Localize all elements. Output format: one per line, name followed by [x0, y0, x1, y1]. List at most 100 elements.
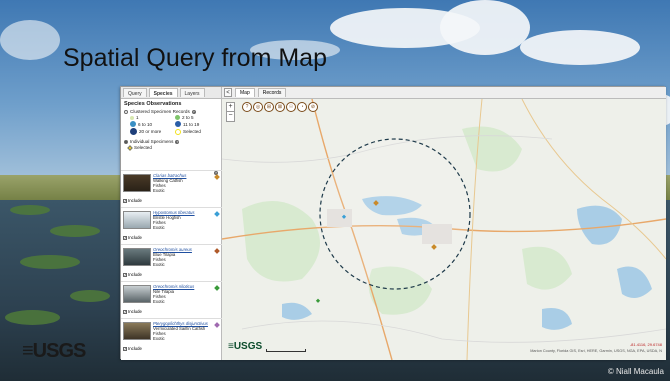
tab-map[interactable]: Map: [235, 88, 255, 97]
species-info: Oreochromis niloticus Nile Tilapia Fishe…: [153, 284, 194, 304]
species-status: Exotic: [153, 225, 165, 230]
species-status: Exotic: [153, 336, 165, 341]
include-checkbox[interactable]: ✓: [123, 346, 127, 351]
legend-dot: [130, 121, 136, 127]
zoom-in-button[interactable]: +: [227, 103, 234, 112]
lily-pad: [50, 225, 100, 237]
legend-dot: [175, 121, 181, 127]
species-status: Exotic: [153, 299, 165, 304]
map-panel: < Map Records + − ? ◎ ⊞ ⊠ ☉ ◔ ⊘ ≡USGS -8…: [222, 87, 666, 360]
legend-item: 20 or more: [130, 128, 173, 135]
legend-dot: [175, 128, 181, 135]
circle-select-tool-icon[interactable]: ☉: [286, 102, 296, 112]
extent-tool-icon[interactable]: ⊞: [264, 102, 274, 112]
box-select-tool-icon[interactable]: ⊠: [275, 102, 285, 112]
individual-option[interactable]: Individual Specimens ?: [124, 139, 218, 144]
list-item: Oreochromis niloticus Nile Tilapia Fishe…: [121, 281, 222, 318]
species-status: Exotic: [153, 262, 165, 267]
include-checkbox[interactable]: ✓: [123, 198, 127, 203]
tab-species[interactable]: Species: [148, 88, 178, 97]
cloud: [520, 30, 640, 65]
map-toolbar: ? ◎ ⊞ ⊠ ☉ ◔ ⊘: [242, 102, 318, 112]
individual-selected-label: Selected: [134, 145, 152, 150]
species-thumbnail[interactable]: [123, 322, 151, 340]
list-item: Hypostomus tiberatus Bristle Hogfish Fis…: [121, 207, 222, 244]
include-label: Include: [128, 272, 142, 277]
clear-tool-icon[interactable]: ⊘: [308, 102, 318, 112]
photo-credit: © Niall Macaula: [607, 367, 664, 376]
lily-pad: [10, 205, 50, 215]
species-marker-icon: [214, 174, 220, 180]
lily-pad: [5, 310, 60, 325]
species-list: Clarias batrachus Walking Catfish Fishes…: [121, 170, 222, 360]
species-info: Oreochromis aureus Blue Tilapia Fishes E…: [153, 247, 192, 267]
species-marker-icon: [214, 211, 220, 217]
legend-label: 6 to 10: [138, 121, 153, 127]
scale-bar: [266, 349, 306, 352]
legend-item: 2 to 5: [175, 115, 218, 120]
include-label: Include: [128, 346, 142, 351]
tab-records[interactable]: Records: [257, 88, 287, 97]
include-checkbox[interactable]: ✓: [123, 235, 127, 240]
include-option[interactable]: ✓ Include: [123, 346, 142, 351]
cloud: [0, 20, 60, 60]
include-label: Include: [128, 198, 142, 203]
help-icon[interactable]: ?: [175, 139, 180, 144]
legend-label: 1: [136, 115, 139, 120]
help-icon[interactable]: ?: [191, 109, 196, 114]
legend-label: 2 to 5: [182, 115, 194, 120]
clustered-option[interactable]: Clustered Specimen Records ?: [124, 109, 218, 114]
legend-dot: [130, 128, 137, 135]
map-attribution: Marion County, Florida GIS, Esri, HERE, …: [530, 349, 662, 353]
slide-title: Spatial Query from Map: [63, 44, 327, 72]
species-thumbnail[interactable]: [123, 174, 151, 192]
individual-radio[interactable]: [124, 139, 128, 144]
collapse-panel-button[interactable]: <: [224, 88, 232, 97]
map-canvas[interactable]: + − ? ◎ ⊞ ⊠ ☉ ◔ ⊘ ≡USGS -81.4116, 29.674…: [222, 99, 666, 360]
legend-dot: [130, 115, 134, 120]
legend-label: Selected: [183, 129, 201, 134]
tab-layers[interactable]: Layers: [179, 88, 205, 97]
panel-tabs: Query Species Layers: [121, 87, 221, 99]
zoom-controls: + −: [226, 102, 235, 122]
species-info: Hypostomus tiberatus Bristle Hogfish Fis…: [153, 210, 195, 230]
usgs-logo: ≡USGS: [228, 341, 263, 352]
species-thumbnail[interactable]: [123, 248, 151, 266]
locate-tool-icon[interactable]: ◎: [253, 102, 263, 112]
cloud: [440, 0, 530, 55]
list-item: Oreochromis aureus Blue Tilapia Fishes E…: [121, 244, 222, 281]
legend-item: 11 to 19: [175, 121, 218, 127]
include-checkbox[interactable]: ✓: [123, 309, 127, 314]
include-option[interactable]: ✓ Include: [123, 198, 142, 203]
observations-heading: Species Observations: [124, 101, 182, 107]
species-info: Clarias batrachus Walking Catfish Fishes…: [153, 173, 186, 193]
app-window: Query Species Layers Species Observation…: [120, 86, 666, 360]
species-marker-icon: [214, 248, 220, 254]
species-thumbnail[interactable]: [123, 211, 151, 229]
help-tool-icon[interactable]: ?: [242, 102, 252, 112]
include-option[interactable]: ✓ Include: [123, 272, 142, 277]
usgs-watermark: ≡USGS: [22, 340, 86, 362]
tab-query[interactable]: Query: [123, 88, 147, 97]
cluster-legend: 1 2 to 5 6 to 10 11 to 19 20 or more Sel…: [124, 115, 218, 135]
left-panel: Query Species Layers Species Observation…: [121, 87, 222, 360]
species-status: Exotic: [153, 188, 165, 193]
zoom-out-button[interactable]: −: [227, 112, 234, 121]
legend-item: Selected: [175, 128, 218, 135]
species-marker-icon: [214, 322, 220, 328]
list-item: Clarias batrachus Walking Catfish Fishes…: [121, 170, 222, 207]
map-basemap: [222, 99, 666, 360]
include-option[interactable]: ✓ Include: [123, 235, 142, 240]
legend-item: 1: [130, 115, 173, 120]
species-observations: Species Observations Clustered Specimen …: [121, 99, 221, 152]
include-option[interactable]: ✓ Include: [123, 309, 142, 314]
individual-label: Individual Specimens: [130, 139, 174, 144]
lily-pad: [70, 290, 110, 302]
polygon-select-tool-icon[interactable]: ◔: [297, 102, 307, 112]
selected-diamond-icon: [127, 144, 133, 151]
species-info: Pterygoplichthys disjunctivus Vermiculat…: [153, 321, 208, 341]
lily-pad: [20, 255, 80, 269]
clustered-radio[interactable]: [124, 109, 128, 114]
species-thumbnail[interactable]: [123, 285, 151, 303]
include-checkbox[interactable]: ✓: [123, 272, 127, 277]
